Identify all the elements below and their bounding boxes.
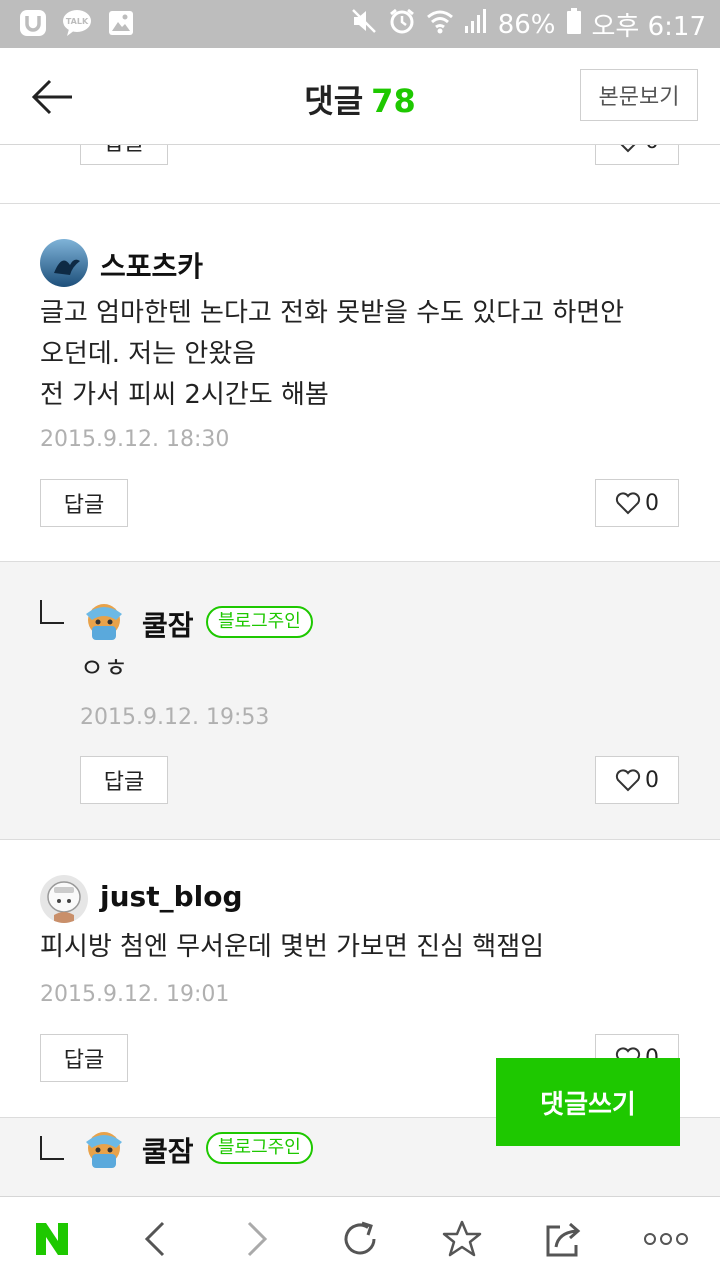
- comment-author[interactable]: just_blog: [100, 880, 243, 913]
- heart-icon: [620, 145, 636, 153]
- like-button[interactable]: 0: [595, 479, 679, 527]
- partial-comment: 답글 0: [0, 145, 720, 204]
- status-left-icons: TALK: [18, 8, 136, 38]
- battery-percent: 86%: [497, 9, 556, 40]
- avatar[interactable]: [80, 598, 128, 646]
- title-label: 댓글: [304, 82, 364, 120]
- comment-text: 피시방 첨엔 무서운데 몇번 가보면 진심 핵잼임: [40, 932, 545, 962]
- clock: 오후 6:17: [591, 12, 707, 42]
- u-plus-icon: [18, 8, 48, 38]
- reply-item: 쿨잠 블로그주인 ㅇㅎ 2015.9.12. 19:53 답글 0: [0, 562, 720, 840]
- write-comment-button[interactable]: 댓글쓰기: [496, 1058, 680, 1146]
- talk-label: TALK: [66, 17, 89, 26]
- comment-text: 글고 엄마한텐 논다고 전화 못받을 수도 있다고 하면안 오던데. 저는 안왔…: [40, 298, 625, 410]
- browser-back-icon[interactable]: [128, 1213, 180, 1265]
- comment-list[interactable]: 답글 0 스포츠카 글고 엄마한텐 논다고 전화 못받을 수도 있다고 하면안 …: [0, 145, 720, 1195]
- kakaotalk-icon: TALK: [62, 8, 92, 38]
- comment-author[interactable]: 쿨잠: [142, 1130, 194, 1170]
- avatar[interactable]: [40, 875, 88, 923]
- star-bookmark-icon[interactable]: [436, 1213, 488, 1265]
- reply-button[interactable]: 답글: [40, 479, 128, 527]
- status-right: 86% 오후 6:17: [350, 6, 706, 43]
- gallery-icon: [106, 8, 136, 38]
- like-count: 0: [645, 490, 659, 516]
- view-post-button[interactable]: 본문보기: [580, 69, 698, 121]
- blog-owner-badge: 블로그주인: [206, 606, 313, 638]
- avatar[interactable]: [80, 1126, 128, 1174]
- alarm-icon: [388, 7, 416, 42]
- comment-date: 2015.9.12. 19:53: [80, 705, 270, 730]
- reply-button[interactable]: 답글: [40, 1034, 128, 1082]
- reply-button[interactable]: 답글: [80, 756, 168, 804]
- mute-icon: [350, 7, 378, 42]
- browser-forward-icon[interactable]: [232, 1213, 284, 1265]
- comment-date: 2015.9.12. 18:30: [40, 427, 230, 452]
- bottom-nav: [0, 1196, 720, 1281]
- reply-indent-icon: [40, 1136, 64, 1160]
- comment-text: ㅇㅎ: [80, 654, 128, 684]
- like-count: 0: [645, 145, 659, 154]
- like-button[interactable]: 0: [595, 756, 679, 804]
- heart-icon: [615, 492, 641, 515]
- signal-icon: [464, 8, 488, 41]
- comment-author[interactable]: 스포츠카: [100, 245, 203, 285]
- comment-author[interactable]: 쿨잠: [142, 604, 194, 644]
- wifi-icon: [426, 8, 454, 41]
- comment-count: 78: [371, 82, 416, 120]
- heart-icon: [615, 769, 641, 792]
- comments-header: 댓글 78 본문보기: [0, 48, 720, 145]
- status-bar: TALK 86% 오후 6:17: [0, 0, 720, 48]
- naver-home-icon[interactable]: [26, 1213, 78, 1265]
- reply-indent-icon: [40, 600, 64, 624]
- comment-item: 스포츠카 글고 엄마한텐 논다고 전화 못받을 수도 있다고 하면안 오던데. …: [0, 204, 720, 562]
- more-icon[interactable]: [640, 1213, 692, 1265]
- avatar[interactable]: [40, 239, 88, 287]
- share-icon[interactable]: [538, 1213, 590, 1265]
- comment-date: 2015.9.12. 19:01: [40, 982, 230, 1007]
- like-count: 0: [645, 767, 659, 793]
- refresh-icon[interactable]: [334, 1213, 386, 1265]
- like-button[interactable]: 0: [595, 145, 679, 165]
- reply-button[interactable]: 답글: [80, 145, 168, 165]
- battery-icon: [566, 7, 582, 42]
- blog-owner-badge: 블로그주인: [206, 1132, 313, 1164]
